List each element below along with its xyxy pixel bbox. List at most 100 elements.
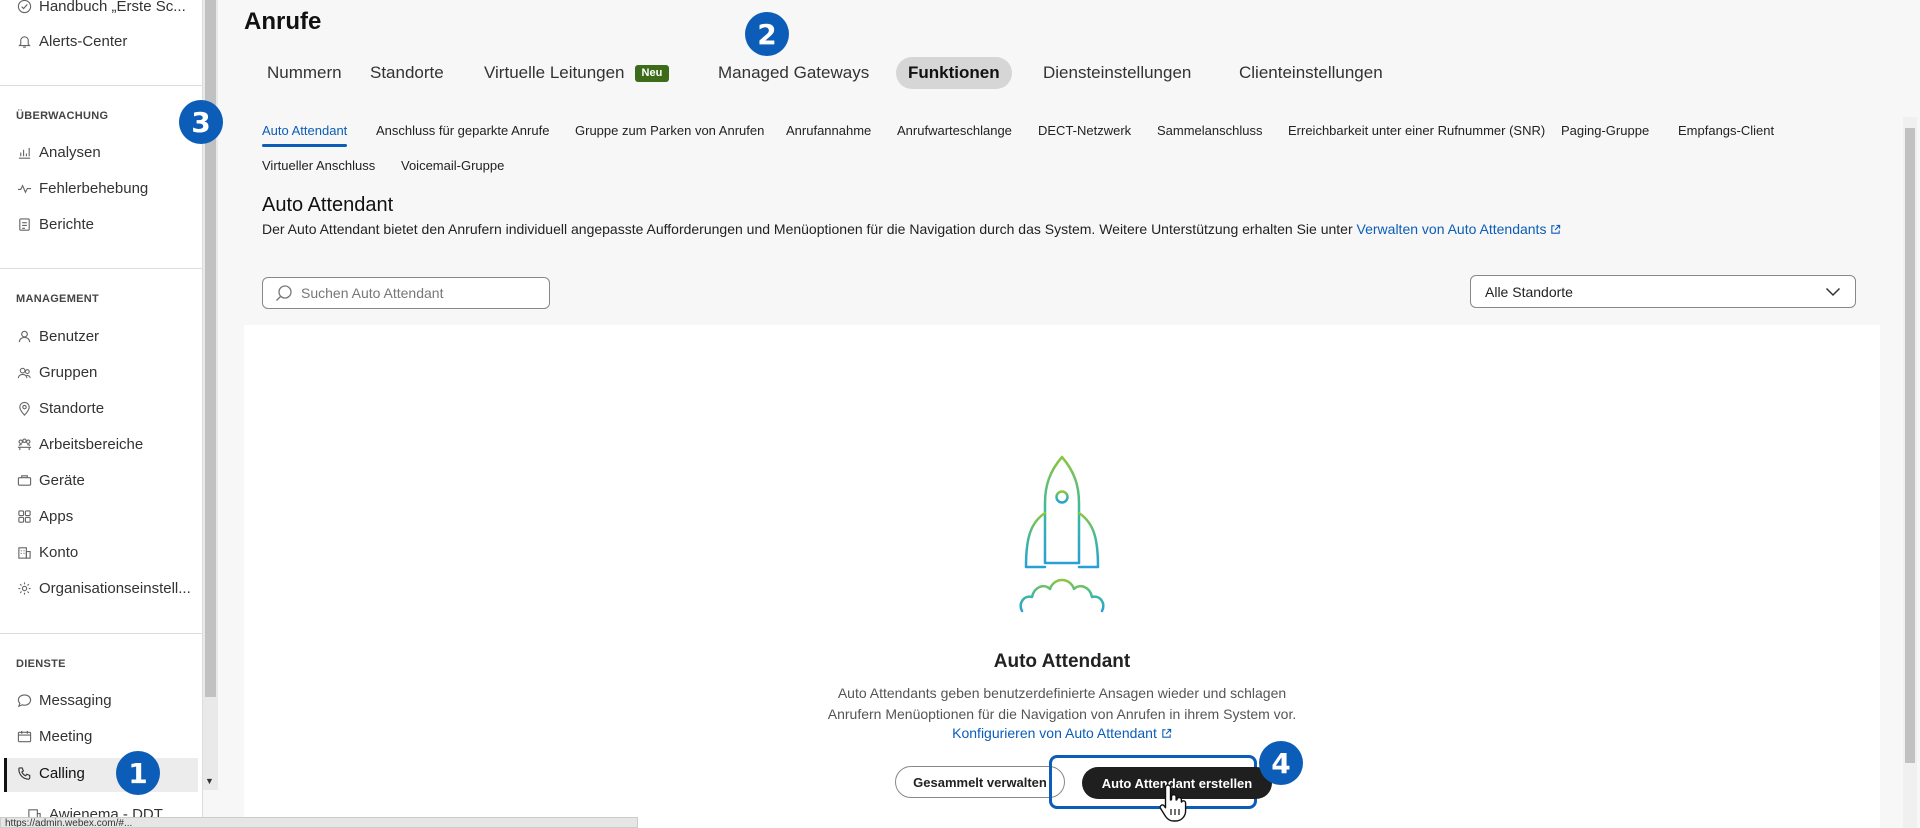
link-text: Konfigurieren von Auto Attendant — [952, 725, 1157, 741]
sidebar-item-label: Organisationseinstell... — [39, 579, 191, 597]
sidebar-item-label: Handbuch „Erste Sc... — [39, 0, 186, 15]
subtab-call-park-extension[interactable]: Anschluss für geparkte Anrufe — [376, 123, 549, 138]
sidebar-item-label: Fehlerbehebung — [39, 179, 149, 197]
report-icon — [16, 216, 33, 233]
tab-service-settings[interactable]: Diensteinstellungen — [1031, 57, 1203, 89]
subtab-call-pickup[interactable]: Anrufannahme — [786, 123, 871, 138]
tab-label: Virtuelle Leitungen — [484, 63, 625, 82]
subtab-hunt-group[interactable]: Sammelanschluss — [1157, 123, 1263, 138]
sidebar-divider — [0, 633, 203, 634]
location-select-value: Alle Standorte — [1485, 283, 1573, 300]
step-marker-1: 1 — [116, 751, 160, 795]
group-icon — [16, 364, 33, 381]
chat-icon — [16, 692, 33, 709]
status-bar-url: https://admin.webex.com/#... — [0, 817, 638, 828]
manage-in-bulk-button[interactable]: Gesammelt verwalten — [895, 766, 1065, 798]
sidebar-item-label: Alerts-Center — [39, 32, 128, 50]
sidebar-item-devices[interactable]: Geräte — [16, 466, 196, 494]
empty-state-text: Auto Attendants geben benutzerdefinierte… — [244, 683, 1880, 725]
sidebar-item-calling[interactable]: Calling — [16, 759, 196, 787]
search-icon — [276, 285, 292, 301]
main-scrollbar-thumb[interactable] — [1905, 128, 1915, 763]
empty-state-panel: Auto Attendant Auto Attendants geben ben… — [244, 325, 1880, 828]
sidebar-item-groups[interactable]: Gruppen — [16, 358, 196, 386]
sidebar-item-reports[interactable]: Berichte — [16, 210, 196, 238]
step-marker-2: 2 — [745, 12, 789, 56]
location-select[interactable]: Alle Standorte — [1470, 275, 1856, 308]
tab-locations[interactable]: Standorte — [358, 57, 456, 89]
sidebar-item-label: Messaging — [39, 691, 112, 709]
phone-icon — [16, 765, 33, 782]
sidebar-item-label: Calling — [39, 764, 85, 782]
subtab-dect-network[interactable]: DECT-Netzwerk — [1038, 123, 1131, 138]
empty-state-line: Auto Attendants geben benutzerdefinierte… — [837, 685, 1287, 701]
sidebar-item-alerts-center[interactable]: Alerts-Center — [16, 27, 196, 55]
subtab-call-queue[interactable]: Anrufwarteschlange — [897, 123, 1012, 138]
sidebar-item-messaging[interactable]: Messaging — [16, 686, 196, 714]
sidebar-item-label: Arbeitsbereiche — [39, 435, 144, 453]
sidebar-divider — [0, 85, 203, 86]
rocket-icon — [1019, 455, 1105, 613]
section-description: Der Auto Attendant bietet den Anrufern i… — [262, 221, 1561, 237]
sidebar-item-label: Analysen — [39, 143, 101, 161]
sidebar-item-account[interactable]: Konto — [16, 538, 196, 566]
search-field[interactable] — [262, 277, 550, 309]
sidebar: Handbuch „Erste Sc... Alerts-Center ÜBER… — [0, 0, 203, 828]
sidebar-heading-services: DIENSTE — [16, 658, 66, 670]
step-marker-4: 4 — [1259, 741, 1303, 785]
hand-cursor-icon — [1159, 784, 1187, 822]
chart-icon — [16, 144, 33, 161]
tab-features[interactable]: Funktionen — [896, 57, 1012, 89]
configure-auto-attendant-link[interactable]: Konfigurieren von Auto Attendant — [244, 725, 1880, 741]
description-text: Der Auto Attendant bietet den Anrufern i… — [262, 221, 1357, 237]
sidebar-item-locations[interactable]: Standorte — [16, 394, 196, 422]
new-badge: Neu — [634, 65, 670, 82]
subtab-receptionist-client[interactable]: Empfangs-Client — [1678, 123, 1774, 138]
subtab-call-park-group[interactable]: Gruppe zum Parken von Anrufen — [575, 123, 764, 138]
link-text: Verwalten von Auto Attendants — [1356, 221, 1547, 237]
sidebar-item-label: Geräte — [39, 471, 85, 489]
external-link-icon — [1551, 224, 1561, 234]
manage-auto-attendants-link[interactable]: Verwalten von Auto Attendants — [1357, 221, 1562, 237]
tab-managed-gateways[interactable]: Managed Gateways — [706, 57, 881, 89]
sidebar-item-workspaces[interactable]: Arbeitsbereiche — [16, 430, 196, 458]
device-icon — [16, 472, 33, 489]
subtab-virtual-extension[interactable]: Virtueller Anschluss — [262, 158, 375, 173]
check-circle-icon — [16, 0, 33, 15]
search-input[interactable] — [301, 285, 541, 301]
sidebar-heading-monitoring: ÜBERWACHUNG — [16, 110, 109, 122]
sidebar-item-meeting[interactable]: Meeting — [16, 722, 196, 750]
tab-numbers[interactable]: Nummern — [255, 57, 354, 89]
sidebar-item-troubleshooting[interactable]: Fehlerbehebung — [16, 174, 196, 202]
sidebar-divider — [0, 268, 203, 269]
user-icon — [16, 328, 33, 345]
location-icon — [16, 400, 33, 417]
subtab-paging-group[interactable]: Paging-Gruppe — [1561, 123, 1649, 138]
workspace-icon — [16, 436, 33, 453]
sidebar-item-getting-started[interactable]: Handbuch „Erste Sc... — [16, 0, 196, 20]
subtab-voicemail-group[interactable]: Voicemail-Gruppe — [401, 158, 504, 173]
scroll-down-arrow-icon[interactable]: ▼ — [205, 776, 214, 786]
sidebar-item-users[interactable]: Benutzer — [16, 322, 196, 350]
subtab-snr[interactable]: Erreichbarkeit unter einer Rufnummer (SN… — [1288, 123, 1545, 138]
sidebar-item-label: Apps — [39, 507, 74, 525]
chevron-down-icon — [1825, 287, 1841, 296]
subtab-active-underline — [262, 144, 347, 147]
step-marker-3: 3 — [179, 100, 223, 144]
sidebar-item-analytics[interactable]: Analysen — [16, 138, 196, 166]
sidebar-item-label: Gruppen — [39, 363, 98, 381]
sidebar-item-label: Berichte — [39, 215, 95, 233]
sidebar-item-label: Konto — [39, 543, 79, 561]
sidebar-item-org-settings[interactable]: Organisationseinstell... — [16, 574, 196, 602]
external-link-icon — [1162, 728, 1172, 738]
account-icon — [16, 544, 33, 561]
tab-client-settings[interactable]: Clienteinstellungen — [1227, 57, 1395, 89]
tab-virtual-lines[interactable]: Virtuelle Leitungen Neu — [472, 57, 681, 89]
sidebar-item-apps[interactable]: Apps — [16, 502, 196, 530]
sidebar-item-label: Benutzer — [39, 327, 100, 345]
main-content: Anrufe Nummern Standorte Virtuelle Leitu… — [179, 0, 1920, 828]
sidebar-heading-management: MANAGEMENT — [16, 293, 100, 305]
bell-icon — [16, 33, 33, 50]
subtab-auto-attendant[interactable]: Auto Attendant — [262, 123, 347, 138]
page-title: Anrufe — [244, 8, 322, 35]
